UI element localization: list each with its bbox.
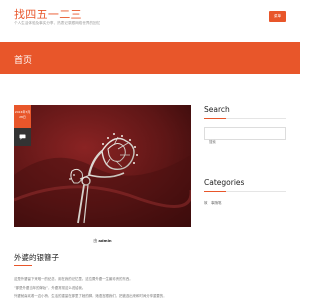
categories-widget: Categories 故 事随笔 <box>204 178 286 206</box>
categories-title-divider <box>204 191 286 192</box>
post-byline: 由 admin <box>14 238 191 244</box>
search-input[interactable] <box>205 136 285 148</box>
post-title[interactable]: 外婆的银簪子 <box>14 252 59 263</box>
sidebar: Search Categories 故 事随笔 <box>204 105 286 205</box>
excerpt-line: 这是外婆留下来唯一的纪念，用在我的记忆里。这位置外婆一生最珍贵的东西。 <box>14 277 133 281</box>
comment-icon <box>19 134 26 140</box>
categories-widget-title: Categories <box>204 178 245 187</box>
post-excerpt: 这是外婆留下来唯一的纪念，用在我的记忆里。这位置外婆一生最珍贵的东西。 “那是外… <box>14 275 191 300</box>
comment-badge[interactable] <box>14 128 31 146</box>
excerpt-line: “那是外婆当年的嫁妆”，外婆常常这么说给我。 <box>14 285 86 290</box>
excerpt-line: 外婆就喜欢着一边小桥，生活的重量在那里了她的脚，她语言跟我们，把被选出来和时间分… <box>14 294 167 298</box>
page-banner: 首页 <box>0 42 300 74</box>
menu-button[interactable]: 菜单 <box>269 11 286 22</box>
post-author[interactable]: admin <box>98 238 111 243</box>
site-header: 找四五一二三 个人生活体验及事实分享，热衷记录跟网络世界的回忆 菜单 <box>0 0 300 42</box>
post-date-badge: 2024年7月 28日 <box>14 105 31 128</box>
search-box[interactable] <box>204 127 286 148</box>
featured-image[interactable] <box>14 105 191 227</box>
site-description: 个人生活体验及事实分享，热衷记录跟网络世界的回忆 <box>14 21 101 25</box>
search-title-divider <box>204 118 286 119</box>
post-date-day: 28日 <box>19 115 26 119</box>
hairpin-photo <box>14 105 191 227</box>
title-underline <box>14 265 32 266</box>
site-title[interactable]: 找四五一二三 <box>14 6 82 22</box>
search-widget-title: Search <box>204 105 230 114</box>
page-title: 首页 <box>14 56 33 66</box>
category-link[interactable]: 故 事随笔 <box>204 201 286 206</box>
